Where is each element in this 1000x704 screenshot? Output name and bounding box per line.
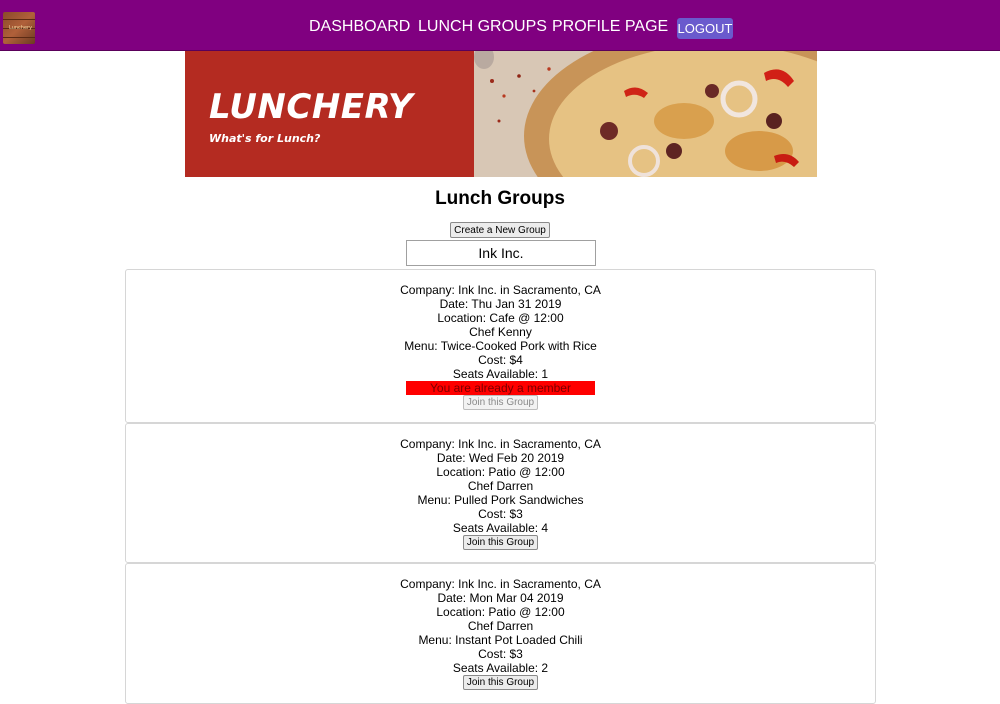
hero-subtitle: What's for Lunch? <box>209 132 321 145</box>
group-menu: Menu: Twice-Cooked Pork with Rice <box>404 339 597 353</box>
group-seats: Seats Available: 2 <box>452 661 549 675</box>
group-seats: Seats Available: 1 <box>452 367 549 381</box>
create-group-button[interactable]: Create a New Group <box>450 222 550 238</box>
group-date: Date: Mon Mar 04 2019 <box>437 591 564 605</box>
group-date: Date: Wed Feb 20 2019 <box>436 451 565 465</box>
top-navbar: Lunchery DASHBOARD LUNCH GROUPS PROFILE … <box>0 0 1000 51</box>
hero-brand-panel: LUNCHERY What's for Lunch? <box>185 51 474 177</box>
group-location: Location: Cafe @ 12:00 <box>437 311 564 325</box>
group-company: Company: Ink Inc. in Sacramento, CA <box>400 577 601 591</box>
group-location: Location: Patio @ 12:00 <box>436 605 565 619</box>
nav-link-dashboard[interactable]: DASHBOARD <box>309 18 410 36</box>
group-chef: Chef Darren <box>467 479 534 493</box>
nav-links: DASHBOARD LUNCH GROUPS PROFILE PAGE <box>0 18 1000 38</box>
group-card: Company: Ink Inc. in Sacramento, CA Date… <box>125 563 876 704</box>
group-company: Company: Ink Inc. in Sacramento, CA <box>400 437 601 451</box>
group-date: Date: Thu Jan 31 2019 <box>439 297 562 311</box>
group-card: Company: Ink Inc. in Sacramento, CA Date… <box>125 269 876 423</box>
join-group-button[interactable]: Join this Group <box>463 535 538 550</box>
group-seats: Seats Available: 4 <box>452 521 549 535</box>
group-menu: Menu: Pulled Pork Sandwiches <box>417 493 584 507</box>
group-card: Company: Ink Inc. in Sacramento, CA Date… <box>125 423 876 563</box>
group-location: Location: Patio @ 12:00 <box>436 465 565 479</box>
join-group-button[interactable]: Join this Group <box>463 395 538 410</box>
logout-button[interactable]: LOGOUT <box>677 18 733 39</box>
page-title: Lunch Groups <box>435 188 565 209</box>
hero-title: LUNCHERY <box>209 87 414 127</box>
group-cost: Cost: $4 <box>478 353 523 367</box>
group-chef: Chef Kenny <box>469 325 532 339</box>
hero-banner: LUNCHERY What's for Lunch? <box>185 51 817 177</box>
company-filter[interactable]: Ink Inc. <box>406 240 596 266</box>
group-company: Company: Ink Inc. in Sacramento, CA <box>400 283 601 297</box>
nav-link-profile-page[interactable]: PROFILE PAGE <box>552 18 668 36</box>
pizza-image <box>474 51 817 177</box>
group-cost: Cost: $3 <box>478 647 523 661</box>
group-chef: Chef Darren <box>467 619 534 633</box>
group-cost: Cost: $3 <box>478 507 523 521</box>
join-group-button[interactable]: Join this Group <box>463 675 538 690</box>
group-menu: Menu: Instant Pot Loaded Chili <box>418 633 583 647</box>
member-notice: You are already a member <box>406 381 595 395</box>
nav-link-lunch-groups[interactable]: LUNCH GROUPS <box>418 18 547 36</box>
